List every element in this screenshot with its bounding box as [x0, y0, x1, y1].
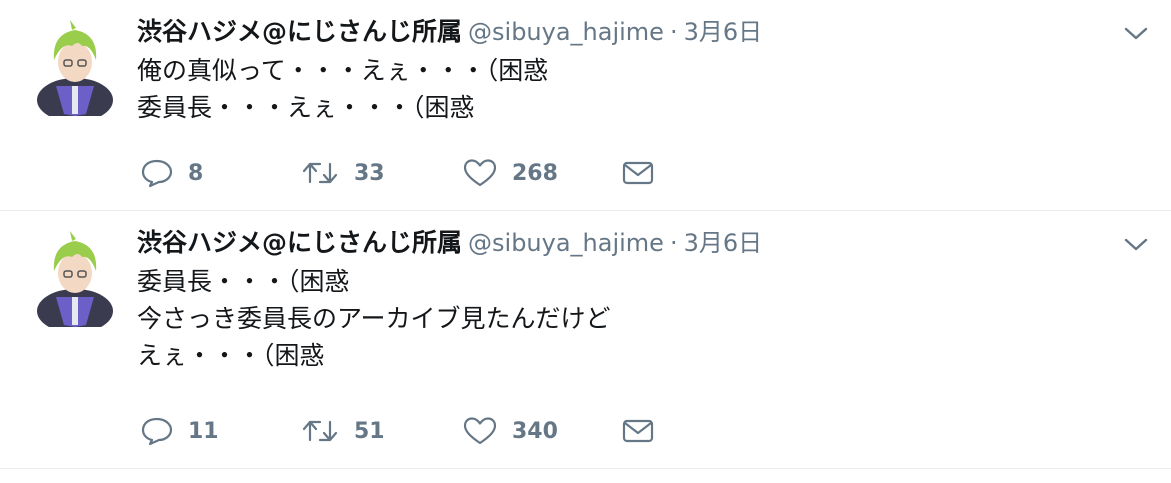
tweet-text-line: 俺の真似って・・・えぇ・・・（困惑: [137, 56, 549, 85]
like-count: 268: [512, 160, 558, 186]
retweet-button[interactable]: 51: [300, 416, 462, 446]
tweet-text: 委員長・・・（困惑 今さっき委員長のアーカイブ見たんだけど えぇ・・・（困惑: [137, 263, 1131, 374]
tweet-text-line: 委員長・・・（困惑: [137, 267, 350, 296]
retweet-icon: [302, 162, 338, 184]
tweet-text-line: えぇ・・・（困惑: [137, 341, 325, 370]
tweet[interactable]: 渋谷ハジメ@にじさんじ所属 @sibuya_hajime · 3月6日 俺の真似って・…: [0, 0, 1171, 211]
avatar[interactable]: [34, 16, 116, 116]
tweet-header: 渋谷ハジメ@にじさんじ所属 @sibuya_hajime · 3月6日: [137, 14, 1131, 50]
dm-button[interactable]: [622, 160, 654, 186]
retweet-icon: [302, 420, 338, 442]
tweet-text-line: 今さっき委員長のアーカイブ見たんだけど: [137, 304, 611, 333]
dm-button[interactable]: [622, 418, 654, 444]
tweet-header: 渋谷ハジメ@にじさんじ所属 @sibuya_hajime · 3月6日: [137, 225, 1131, 261]
separator: ·: [669, 18, 678, 46]
chevron-down-icon[interactable]: [1121, 229, 1151, 259]
tweet-actions: 8 33 268: [140, 158, 654, 188]
like-icon: [463, 417, 497, 445]
user-handle[interactable]: @sibuya_hajime: [468, 229, 664, 257]
reply-button[interactable]: 11: [140, 416, 300, 446]
like-button[interactable]: 340: [462, 416, 622, 446]
tweet-date[interactable]: 3月6日: [684, 229, 763, 257]
display-name[interactable]: 渋谷ハジメ@にじさんじ所属: [137, 228, 462, 257]
reply-button[interactable]: 8: [140, 158, 300, 188]
like-button[interactable]: 268: [462, 158, 622, 188]
tweet-text: 俺の真似って・・・えぇ・・・（困惑 委員長・・・えぇ・・・（困惑: [137, 52, 1131, 126]
tweet-text-line: 委員長・・・えぇ・・・（困惑: [137, 93, 475, 122]
mail-icon: [622, 419, 654, 443]
tweet-date[interactable]: 3月6日: [684, 18, 763, 46]
reply-icon: [141, 159, 173, 188]
like-count: 340: [512, 418, 558, 444]
mail-icon: [622, 161, 654, 185]
display-name[interactable]: 渋谷ハジメ@にじさんじ所属: [137, 17, 462, 46]
separator: ·: [669, 229, 678, 257]
avatar[interactable]: [34, 227, 116, 327]
reply-count: 8: [188, 160, 204, 186]
retweet-button[interactable]: 33: [300, 158, 462, 188]
reply-icon: [141, 417, 173, 446]
user-handle[interactable]: @sibuya_hajime: [468, 18, 664, 46]
reply-count: 11: [188, 418, 219, 444]
chevron-down-icon[interactable]: [1121, 18, 1151, 48]
tweet[interactable]: 渋谷ハジメ@にじさんじ所属 @sibuya_hajime · 3月6日 委員長・・・（…: [0, 211, 1171, 469]
tweet-actions: 11 51 340: [140, 416, 654, 446]
like-icon: [463, 159, 497, 187]
retweet-count: 51: [354, 418, 385, 444]
retweet-count: 33: [354, 160, 385, 186]
